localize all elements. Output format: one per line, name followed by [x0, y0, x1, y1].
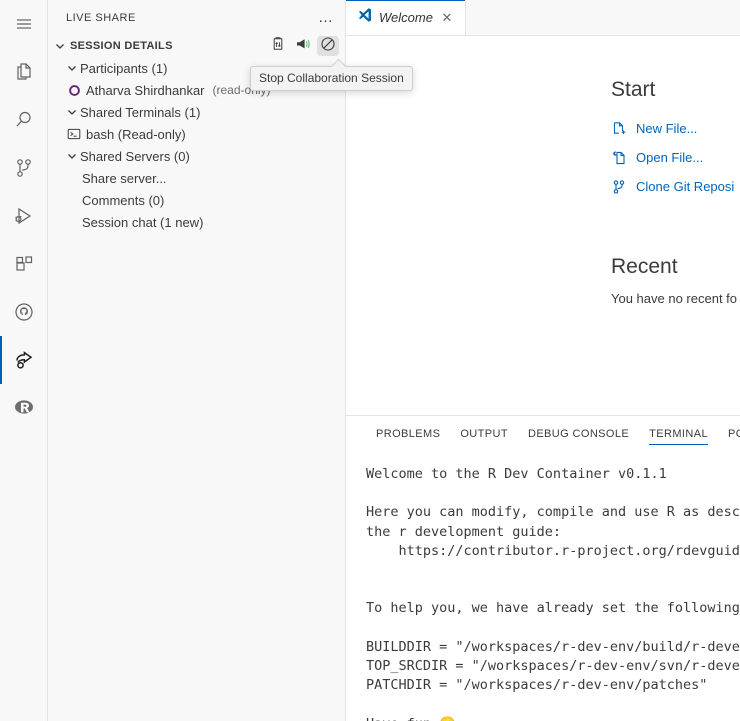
sidebar-item-github[interactable] — [0, 288, 48, 336]
welcome-link-open-file[interactable]: Open File... — [611, 143, 740, 172]
focus-participants-button[interactable] — [292, 36, 314, 56]
source-control-icon — [611, 179, 627, 195]
sidebar-item-run-and-debug[interactable] — [0, 192, 48, 240]
vscode-window: LIVE SHARE … SESSION DETAILS — [0, 0, 740, 721]
extensions-icon — [12, 252, 36, 276]
welcome-recent-section: Recent You have no recent fo — [611, 255, 740, 306]
tree-row[interactable]: Shared Servers (0) — [48, 145, 345, 167]
tree-item-participant-name: Atharva Shirdhankar — [86, 83, 205, 98]
tree-row[interactable]: Shared Terminals (1) — [48, 101, 345, 123]
clipboard-arrows-icon — [270, 36, 286, 57]
recent-heading: Recent — [611, 255, 740, 279]
vscode-logo-icon — [357, 7, 373, 28]
r-language-icon — [12, 396, 36, 420]
tree-row[interactable]: Comments (0) — [48, 189, 345, 211]
live-share-sidebar: LIVE SHARE … SESSION DETAILS — [48, 0, 346, 721]
participant-circle-icon — [66, 82, 82, 98]
live-share-icon — [11, 347, 37, 373]
tree-item-participants: Participants (1) — [80, 61, 167, 76]
welcome-link-clone-git-repository[interactable]: Clone Git Reposi — [611, 172, 740, 201]
github-icon — [12, 300, 36, 324]
chevron-down-icon — [52, 38, 68, 54]
sidebar-item-source-control[interactable] — [0, 144, 48, 192]
sidebar-item-r[interactable] — [0, 384, 48, 432]
tab-terminal[interactable]: TERMINAL — [639, 416, 718, 451]
tab-ports[interactable]: PORTS — [718, 416, 740, 451]
search-icon — [12, 108, 36, 132]
chevron-down-icon — [64, 60, 80, 76]
welcome-link-label: Open File... — [636, 150, 703, 165]
tree-row[interactable]: Share server... — [48, 167, 345, 189]
welcome-editor: Start New File... — [346, 36, 740, 415]
new-file-icon — [611, 121, 627, 137]
circle-slash-icon — [320, 36, 336, 57]
more-actions-button[interactable]: … — [315, 7, 337, 29]
hamburger-menu-button[interactable] — [0, 0, 48, 48]
tree-row[interactable]: bash (Read-only) — [48, 123, 345, 145]
chevron-down-icon — [64, 104, 80, 120]
tab-welcome[interactable]: Welcome ✕ — [346, 0, 466, 35]
close-icon[interactable]: ✕ — [439, 10, 455, 26]
hamburger-menu-icon — [13, 13, 35, 35]
bottom-panel: PROBLEMS OUTPUT DEBUG CONSOLE TERMINAL P… — [346, 415, 740, 721]
tab-output[interactable]: OUTPUT — [450, 416, 518, 451]
tree-item-bash-terminal: bash (Read-only) — [86, 127, 186, 142]
welcome-link-label: New File... — [636, 121, 697, 136]
run-and-debug-icon — [12, 204, 36, 228]
tooltip-stop-collaboration-session: Stop Collaboration Session — [250, 66, 413, 91]
stop-collaboration-session-button[interactable] — [317, 36, 339, 56]
sidebar-item-explorer[interactable] — [0, 48, 48, 96]
main-area: Welcome ✕ Start — [346, 0, 740, 721]
tree-item-shared-terminals: Shared Terminals (1) — [80, 105, 200, 120]
session-details-header[interactable]: SESSION DETAILS — [48, 35, 345, 57]
terminal-output[interactable]: Welcome to the R Dev Container v0.1.1 He… — [346, 451, 740, 721]
sidebar-item-live-share[interactable] — [0, 336, 48, 384]
editor-tab-bar: Welcome ✕ — [346, 0, 740, 36]
welcome-right-column: Start New File... — [611, 78, 740, 306]
files-icon — [12, 60, 36, 84]
session-details-actions — [267, 36, 339, 56]
tree-item-comments: Comments (0) — [82, 193, 164, 208]
tab-debug-console[interactable]: DEBUG CONSOLE — [518, 416, 639, 451]
page-title: LIVE SHARE — [66, 12, 315, 24]
tree-item-shared-servers: Shared Servers (0) — [80, 149, 190, 164]
chevron-down-icon — [64, 148, 80, 164]
sidebar-title-row: LIVE SHARE … — [48, 0, 345, 35]
activity-bar — [0, 0, 48, 721]
source-control-icon — [12, 156, 36, 180]
welcome-left-column — [346, 78, 611, 306]
sidebar-item-search[interactable] — [0, 96, 48, 144]
tab-label: Welcome — [379, 10, 433, 25]
tree-item-share-server: Share server... — [82, 171, 167, 186]
panel-tab-bar: PROBLEMS OUTPUT DEBUG CONSOLE TERMINAL P… — [346, 416, 740, 451]
copy-session-link-button[interactable] — [267, 36, 289, 56]
tree-item-session-chat: Session chat (1 new) — [82, 215, 203, 230]
welcome-link-new-file[interactable]: New File... — [611, 114, 740, 143]
megaphone-icon — [295, 36, 311, 57]
sidebar-item-extensions[interactable] — [0, 240, 48, 288]
tree-row[interactable]: Session chat (1 new) — [48, 211, 345, 233]
welcome-link-label: Clone Git Reposi — [636, 179, 734, 194]
start-heading: Start — [611, 78, 740, 102]
recent-empty-message: You have no recent fo — [611, 291, 740, 306]
session-details-label: SESSION DETAILS — [68, 40, 267, 52]
terminal-icon — [66, 126, 82, 142]
open-file-icon — [611, 150, 627, 166]
tab-problems[interactable]: PROBLEMS — [366, 416, 450, 451]
